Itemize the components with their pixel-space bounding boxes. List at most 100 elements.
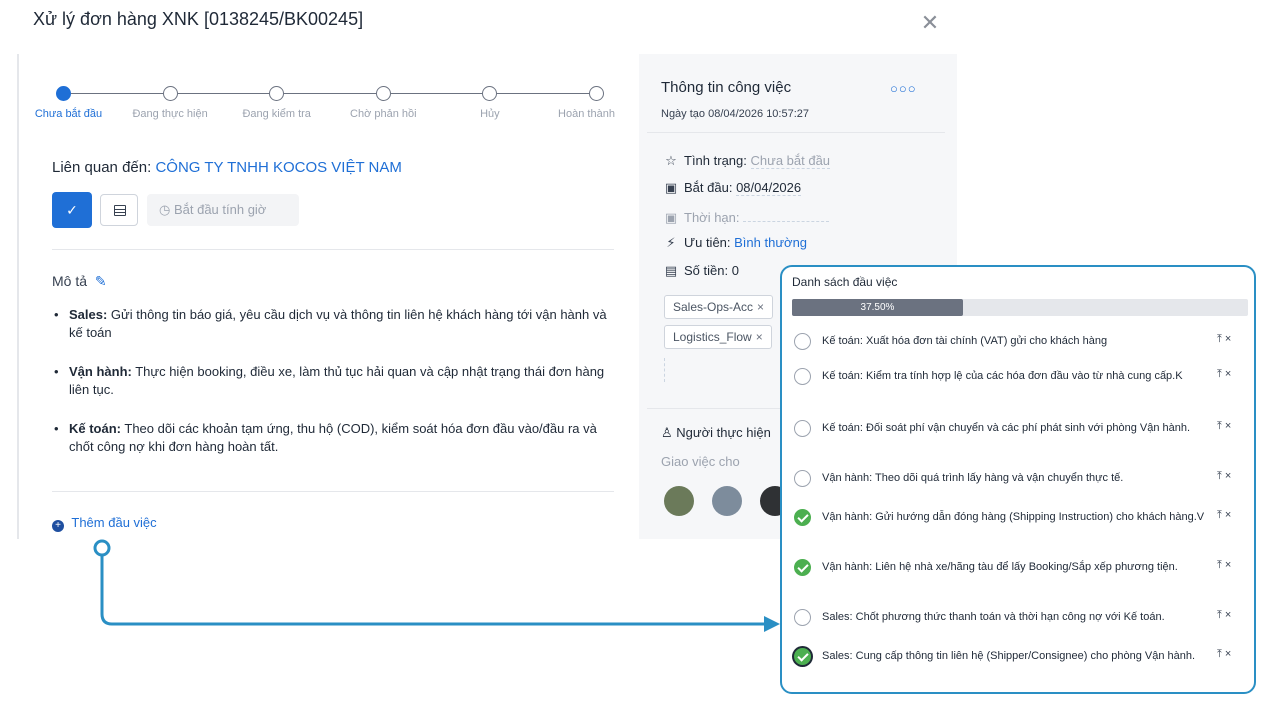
assign-to-label: Giao việc cho (661, 454, 740, 469)
priority-row: ⚡ Ưu tiên: Bình thường (664, 235, 807, 251)
checklist-item-text[interactable]: Kế toán: Kiểm tra tính hợp lệ của các hó… (822, 368, 1214, 384)
divider (52, 249, 614, 250)
status-row: ☆ Tình trạng: Chưa bắt đầu (664, 153, 831, 169)
checklist-item-actions: ⤒ × (1217, 559, 1234, 572)
checklist-item-actions: ⤒ × (1217, 609, 1234, 622)
deadline-value[interactable] (743, 208, 830, 222)
stepper-label[interactable]: Chờ phản hồi (350, 108, 417, 120)
remove-icon[interactable]: × (1225, 609, 1231, 621)
start-timer-button[interactable]: ◷ Bắt đầu tính giờ (147, 194, 299, 226)
description-text: Gửi thông tin báo giá, yêu cầu dịch vụ v… (69, 307, 607, 340)
stepper-label[interactable]: Đang thực hiện (132, 108, 207, 120)
remove-icon[interactable]: × (1225, 333, 1231, 345)
stepper-label[interactable]: Hủy (480, 108, 500, 120)
amount-label: Số tiền: (684, 263, 729, 278)
description-role: Kế toán: (69, 421, 121, 436)
start-date-value[interactable]: 08/04/2026 (736, 180, 802, 196)
unchecked-circle-icon[interactable] (794, 368, 811, 385)
move-up-icon[interactable]: ⤒ (1217, 609, 1222, 621)
checklist-progress-fill: 37.50% (792, 299, 963, 316)
tag-input-area[interactable] (664, 358, 665, 382)
description-label: Mô tả (52, 273, 88, 289)
table-view-button[interactable] (100, 194, 138, 226)
clock-icon: ◷ (159, 202, 171, 217)
more-options-icon[interactable]: ○○○ (890, 81, 917, 96)
move-up-icon[interactable]: ⤒ (1217, 470, 1222, 482)
tag-chip[interactable]: Sales-Ops-Acc × (664, 295, 774, 319)
move-up-icon[interactable]: ⤒ (1217, 509, 1222, 521)
stepper-dot[interactable] (482, 86, 498, 101)
checklist-item-text[interactable]: Vận hành: Gửi hướng dẫn đóng hàng (Shipp… (822, 509, 1214, 525)
stepper-label[interactable]: Chưa bắt đầu (35, 108, 102, 120)
unchecked-circle-icon[interactable] (794, 470, 811, 487)
priority-label: Ưu tiên: (684, 235, 731, 250)
add-task-button[interactable]: + Thêm đầu việc (52, 515, 157, 532)
checklist-item-text[interactable]: Sales: Chốt phương thức thanh toán và th… (822, 609, 1214, 625)
stepper-connector (284, 93, 376, 94)
unchecked-circle-icon[interactable] (794, 609, 811, 626)
remove-icon[interactable]: × (1225, 470, 1231, 482)
stepper-label[interactable]: Đang kiểm tra (242, 108, 310, 120)
remove-icon[interactable]: × (1225, 509, 1231, 521)
remove-icon[interactable]: × (1225, 368, 1231, 380)
plus-circle-icon: + (52, 520, 64, 532)
checklist-item-actions: ⤒ × (1217, 333, 1234, 346)
add-task-label: Thêm đầu việc (71, 515, 157, 530)
checklist-item-text[interactable]: Sales: Cung cấp thông tin liên hệ (Shipp… (822, 648, 1214, 664)
checklist-item-text[interactable]: Kế toán: Đối soát phí vận chuyển và các … (822, 420, 1214, 436)
stepper-dot[interactable] (56, 86, 71, 101)
related-to: Liên quan đến: CÔNG TY TNHH KOCOS VIỆT N… (52, 159, 402, 176)
stepper-dot[interactable] (589, 86, 604, 101)
move-up-icon[interactable]: ⤒ (1217, 559, 1222, 571)
move-up-icon[interactable]: ⤒ (1217, 420, 1222, 432)
priority-value[interactable]: Bình thường (734, 235, 807, 250)
status-value[interactable]: Chưa bắt đầu (750, 153, 831, 169)
stepper-connector (390, 93, 483, 94)
calendar-plus-icon: ▣ (664, 180, 678, 195)
remove-icon[interactable]: × (1225, 420, 1231, 432)
start-date-label: Bắt đầu: (684, 180, 733, 195)
info-panel-title: Thông tin công việc (661, 79, 792, 96)
remove-tag-icon[interactable]: × (756, 330, 763, 344)
stepper-dot[interactable] (269, 86, 285, 101)
move-up-icon[interactable]: ⤒ (1217, 368, 1222, 380)
checklist-item-actions: ⤒ × (1217, 470, 1234, 483)
checklist-progress-bar: 37.50% (792, 299, 1248, 316)
avatar[interactable] (712, 486, 742, 516)
related-company-link[interactable]: CÔNG TY TNHH KOCOS VIỆT NAM (155, 159, 401, 176)
move-up-icon[interactable]: ⤒ (1217, 648, 1222, 660)
description-text: Thực hiện booking, điều xe, làm thủ tục … (69, 364, 605, 397)
checklist-popup: Danh sách đầu việc 37.50% Kế toán: Xuất … (780, 265, 1256, 694)
close-icon[interactable]: ✕ (917, 10, 943, 36)
checklist-item-text[interactable]: Kế toán: Xuất hóa đơn tài chính (VAT) gử… (822, 333, 1214, 349)
checked-circle-icon[interactable] (794, 648, 811, 665)
stepper-dot[interactable] (375, 86, 391, 101)
description-item: Vận hành: Thực hiện booking, điều xe, là… (54, 363, 619, 399)
unchecked-circle-icon[interactable] (794, 333, 811, 350)
checked-circle-icon[interactable] (794, 559, 811, 576)
edit-icon[interactable]: ✎ (95, 273, 107, 289)
stepper-connector (71, 93, 163, 94)
remove-icon[interactable]: × (1225, 648, 1231, 660)
assignee-label: Người thực hiện (676, 425, 771, 440)
remove-tag-icon[interactable]: × (757, 300, 764, 314)
callout-anchor-dot (93, 539, 111, 557)
complete-button[interactable]: ✓ (52, 192, 92, 228)
checked-circle-icon[interactable] (794, 509, 811, 526)
checklist-item-text[interactable]: Vận hành: Liên hệ nhà xe/hãng tàu để lấy… (822, 559, 1214, 575)
start-timer-label: Bắt đầu tính giờ (173, 202, 267, 217)
stepper-label[interactable]: Hoàn thành (558, 108, 615, 120)
avatar[interactable] (664, 486, 694, 516)
checklist-item-actions: ⤒ × (1217, 648, 1234, 661)
remove-icon[interactable]: × (1225, 559, 1231, 571)
task-main-panel: Chưa bắt đầu Đang thực hiện Đang kiểm tra C… (17, 54, 639, 539)
divider (52, 491, 614, 492)
status-stepper: Chưa bắt đầu Đang thực hiện Đang kiểm tra C… (35, 85, 615, 125)
tag-chip[interactable]: Logistics_Flow × (664, 325, 772, 349)
stepper-dot[interactable] (162, 86, 178, 101)
unchecked-circle-icon[interactable] (794, 420, 811, 437)
checklist-item-text[interactable]: Vận hành: Theo dõi quá trình lấy hàng và… (822, 470, 1214, 486)
move-up-icon[interactable]: ⤒ (1217, 333, 1222, 345)
amount-value[interactable]: 0 (732, 263, 739, 278)
description-list: Sales: Gửi thông tin báo giá, yêu cầu dị… (54, 306, 619, 477)
